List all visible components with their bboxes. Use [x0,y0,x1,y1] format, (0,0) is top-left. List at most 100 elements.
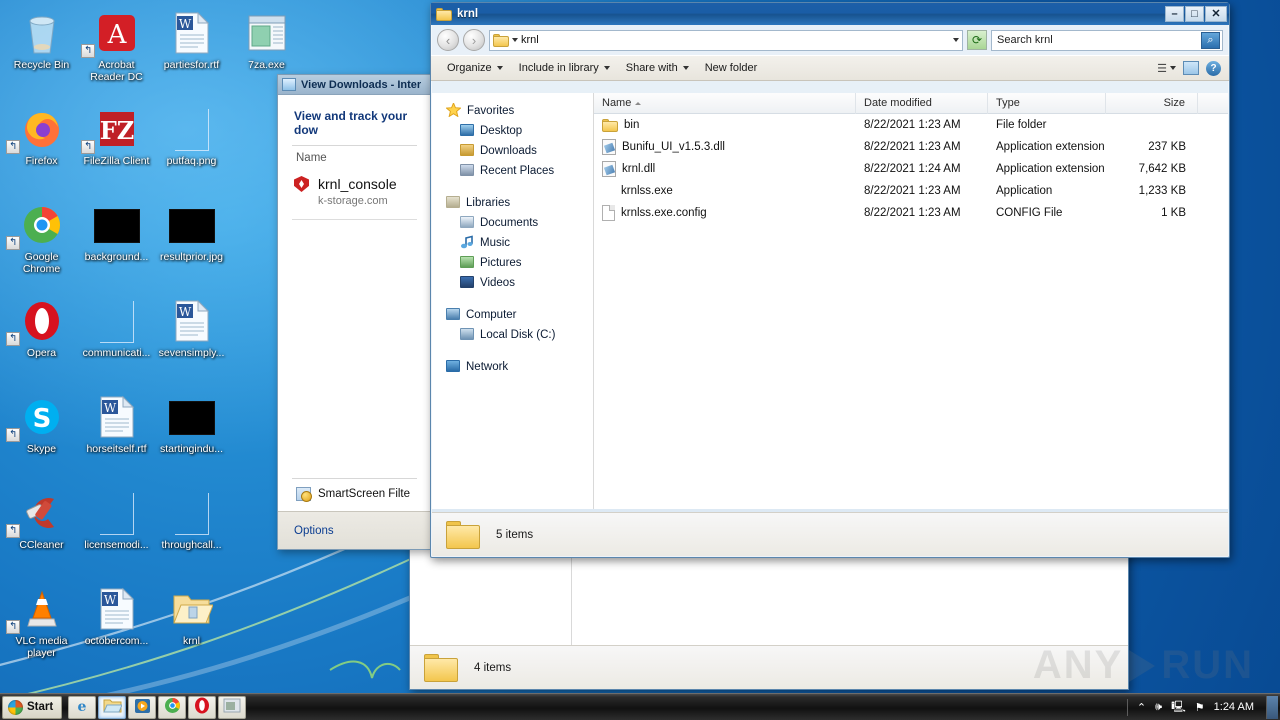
nav-group-computer[interactable]: Computer [432,305,593,325]
desktop-icon-label: licensemodi... [84,539,149,551]
ie-downloads-titlebar[interactable]: View Downloads - Inter [278,75,431,95]
nav-group-spacer [432,181,593,193]
desktop-icon-communicati[interactable]: communicati... [79,294,154,390]
search-icon[interactable]: ⌕ [1201,31,1220,49]
change-view-button[interactable]: ☰ [1157,62,1176,75]
explorer-window-krnl[interactable]: krnl – □ ✕ ‹ › krnl ⟳ Search krnl ⌕ Orga… [430,2,1230,558]
chevron-down-icon[interactable] [512,38,518,42]
explorer-command-bar: Organize Include in library Share with N… [431,55,1229,81]
desktop-icon-acrobat-reader-dc[interactable]: A Acrobat Reader DC [79,6,154,102]
file-row[interactable]: Bunifu_UI_v1.5.3.dll 8/22/2021 1:23 AM App… [594,136,1228,158]
desktop-icon-sevensimply[interactable]: Wsevensimply... [154,294,229,390]
file-name-text: krnl.dll [622,163,656,175]
ie-smartscreen-row[interactable]: SmartScreen Filte [292,478,417,509]
start-button[interactable]: Start [2,695,63,719]
organize-button[interactable]: Organize [439,59,511,77]
desktop-icon-firefox[interactable]: Firefox [4,102,79,198]
nav-item-videos[interactable]: Videos [432,273,593,293]
clock[interactable]: 1:24 AM [1214,701,1254,713]
help-icon[interactable]: ? [1206,60,1221,76]
chrome-taskbar-button[interactable] [158,695,187,719]
nav-item-music[interactable]: Music [432,233,593,253]
internet-explorer-taskbar-button[interactable]: e [68,695,97,719]
ie-download-item[interactable]: krnl_console k-storage.com [278,170,431,213]
nav-group-network[interactable]: Network [432,357,593,377]
file-row[interactable]: krnlss.exe.config 8/22/2021 1:23 AM CONFIG… [594,202,1228,224]
new-folder-button[interactable]: New folder [697,59,766,77]
windows-explorer-taskbar-button[interactable] [98,695,127,719]
media-player-taskbar-button[interactable] [128,695,157,719]
folder-icon [436,7,452,21]
preview-pane-icon[interactable] [1183,61,1199,75]
back-button[interactable]: ‹ [437,29,459,51]
nav-item-documents[interactable]: Documents [432,213,593,233]
desktop-icon-licensemodi[interactable]: licensemodi... [79,486,154,582]
desktop-icon-label: VLC media player [15,635,68,659]
nav-group-libraries[interactable]: Libraries [432,193,593,213]
action-center-flag-icon[interactable]: ⚑ [1195,701,1205,714]
desktop-icon-label: background... [84,251,149,263]
share-with-button[interactable]: Share with [618,59,697,77]
console-taskbar-button[interactable] [218,695,247,719]
file-row[interactable]: krnlss.exe 8/22/2021 1:23 AM Application 1,… [594,180,1228,202]
desktop-icon-krnl[interactable]: krnl [154,582,229,678]
forward-button[interactable]: › [463,29,485,51]
svg-text:e: e [78,699,87,714]
desktop-icon-putfaq-png[interactable]: putfaq.png [154,102,229,198]
desktop-icon-resultprior-jpg[interactable]: resultprior.jpg [154,198,229,294]
nav-item-recent-places[interactable]: Recent Places [432,161,593,181]
folder-icon [446,520,480,549]
ie-options-link[interactable]: Options [294,525,334,537]
nav-item-pictures[interactable]: Pictures [432,253,593,273]
taskbar[interactable]: Start e ⌃ 🕪 🖳 ⚑ 1:24 AM [0,693,1280,720]
nav-group-favorites[interactable]: Favorites [432,101,593,121]
desktop-icon-opera[interactable]: Opera [4,294,79,390]
desktop-icon-horseitself-rtf[interactable]: Whorseitself.rtf [79,390,154,486]
search-input[interactable]: Search krnl ⌕ [991,29,1223,51]
column-header-date-modified[interactable]: Date modified [856,92,988,114]
explorer-titlebar[interactable]: krnl – □ ✕ [431,3,1229,25]
desktop-icon-google-chrome[interactable]: Google Chrome [4,198,79,294]
minimize-button[interactable]: – [1165,6,1184,22]
desktop-icon-recycle-bin[interactable]: Recycle Bin [4,6,79,102]
media-player-icon [134,698,151,717]
file-row[interactable]: krnl.dll 8/22/2021 1:24 AM Application ext… [594,158,1228,180]
desktop-icon-octobercom[interactable]: Woctobercom... [79,582,154,678]
column-header-size[interactable]: Size [1106,92,1198,114]
desktop-icon-filezilla-client[interactable]: FZ FileZilla Client [79,102,154,198]
nav-item-downloads[interactable]: Downloads [432,141,593,161]
include-in-library-button[interactable]: Include in library [511,59,618,77]
show-desktop-button[interactable] [1266,695,1278,719]
maximize-button[interactable]: □ [1185,6,1204,22]
refresh-button[interactable]: ⟳ [967,30,987,50]
show-hidden-icons-button[interactable]: ⌃ [1137,701,1146,714]
file-list-pane[interactable]: Name Date modified Type Size bin 8/22/2021 1… [594,92,1228,509]
address-dropdown-icon[interactable] [953,38,959,42]
desktop-icon-throughcall[interactable]: throughcall... [154,486,229,582]
ie-downloads-window[interactable]: View Downloads - Inter View and track yo… [277,74,432,550]
desktop-icon-vlc-media-player[interactable]: VLC media player [4,582,79,678]
column-header-name[interactable]: Name [594,92,856,114]
volume-icon[interactable]: 🕪 [1155,701,1162,714]
address-bar[interactable]: krnl [489,29,963,51]
breadcrumb-path[interactable]: krnl [521,34,539,46]
close-button[interactable]: ✕ [1205,6,1227,22]
desktop-icon-partiesfor-rtf[interactable]: Wpartiesfor.rtf [154,6,229,102]
desktop-icon-startingindu[interactable]: startingindu... [154,390,229,486]
system-tray[interactable]: ⌃ 🕪 🖳 ⚑ 1:24 AM [1119,696,1262,719]
desktop-icon-ccleaner[interactable]: CCleaner [4,486,79,582]
column-headers[interactable]: Name Date modified Type Size [594,92,1228,114]
desktop-icon-skype[interactable]: S Skype [4,390,79,486]
file-name-text: krnlss.exe [621,185,673,197]
opera-taskbar-button[interactable] [188,695,217,719]
file-row[interactable]: bin 8/22/2021 1:23 AM File folder [594,114,1228,136]
file-type-text: CONFIG File [996,207,1063,219]
navigation-pane[interactable]: Favorites Desktop Downloads Recent Places Li… [432,93,594,509]
column-header-type[interactable]: Type [988,92,1106,114]
desktop-icon-background[interactable]: background... [79,198,154,294]
ccleaner-icon [4,490,79,538]
network-icon[interactable]: 🖳 [1171,698,1186,717]
nav-item-local-disk-c[interactable]: Local Disk (C:) [432,325,593,345]
file-date-text: 8/22/2021 1:23 AM [864,119,961,131]
nav-item-desktop[interactable]: Desktop [432,121,593,141]
